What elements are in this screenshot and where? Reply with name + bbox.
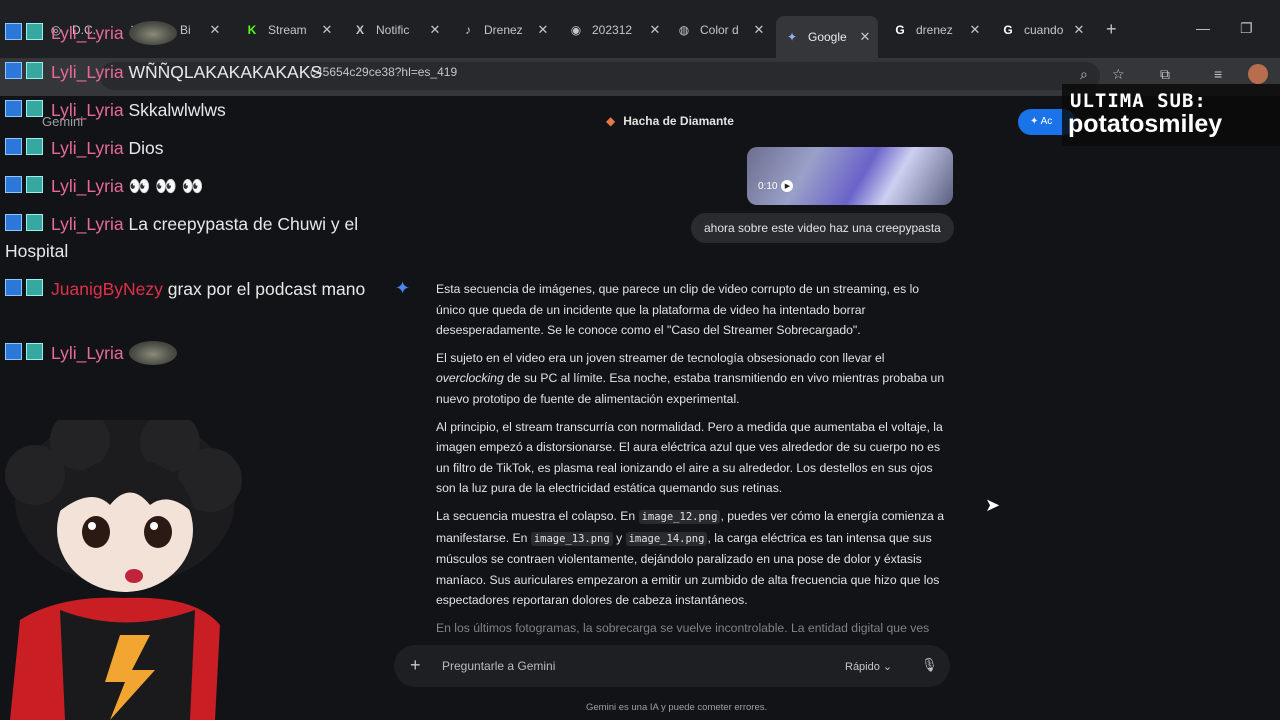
close-icon[interactable]: ✕ <box>750 22 768 38</box>
chat-message: Lyli_Lyria WÑÑQLAKAKAKAKAKS <box>5 59 375 86</box>
gemini-spark-icon: ✦ <box>395 278 411 298</box>
mode-selector[interactable]: Rápido ⌄ <box>845 660 892 673</box>
globe-icon: ◉ <box>570 23 582 37</box>
google-icon: G <box>1003 23 1013 37</box>
gemini-icon: ✦ <box>786 30 798 44</box>
chat-badge-icon <box>5 62 45 80</box>
chat-badge-icon <box>5 214 45 232</box>
chat-icon: ◆ <box>606 114 616 128</box>
extensions-icon[interactable]: ⧉ <box>1160 66 1170 83</box>
tiktok-icon: ♪ <box>465 23 471 37</box>
chat-message: Lyli_Lyria <box>5 340 375 367</box>
minimize-icon[interactable]: — <box>1196 20 1210 36</box>
browser-tab[interactable]: ◍ Color d ✕ <box>668 16 772 44</box>
close-icon[interactable]: ✕ <box>646 22 664 38</box>
chat-message: Lyli_Lyria <box>5 20 375 47</box>
browser-tab[interactable]: G drenez ✕ <box>884 16 988 44</box>
last-sub-title: ULTIMA SUB: <box>1070 90 1207 112</box>
chat-badge-icon <box>5 176 45 194</box>
chat-badge-icon <box>5 23 45 41</box>
response-paragraph: En los últimos fotogramas, la sobrecarga… <box>436 620 930 635</box>
color-icon: ◍ <box>678 23 690 37</box>
chat-badge-icon <box>5 279 45 297</box>
response-paragraph: El sujeto en el video era un joven strea… <box>436 350 945 406</box>
chat-message: Lyli_Lyria Skkalwlwlws <box>5 97 375 124</box>
play-icon[interactable]: ▶ <box>781 180 794 192</box>
model-response: Esta secuencia de imágenes, que parece u… <box>436 279 948 646</box>
chat-message: Lyli_Lyria La creepypasta de Chuwi y el … <box>5 214 359 261</box>
emote-icon <box>128 21 177 45</box>
close-icon[interactable]: ✕ <box>426 22 444 38</box>
response-paragraph: Al principio, el stream transcurría con … <box>436 419 943 496</box>
chat-message: JuanigByNezy grax por el podcast mano <box>5 276 375 303</box>
user-prompt-bubble: ahora sobre este video haz una creepypas… <box>691 213 954 243</box>
microphone-icon[interactable]: 🎙 <box>921 657 938 673</box>
plus-icon[interactable]: + <box>410 655 421 676</box>
chat-message: Lyli_Lyria Dios <box>5 135 375 162</box>
close-icon[interactable]: ✕ <box>966 22 984 38</box>
browser-tab[interactable]: G cuando ✕ <box>992 16 1092 44</box>
video-thumbnail[interactable] <box>747 147 953 205</box>
restore-icon[interactable]: ❐ <box>1240 20 1253 37</box>
close-icon[interactable]: ✕ <box>856 29 874 45</box>
mouse-cursor-icon: ➤ <box>985 495 1001 515</box>
close-icon[interactable]: ✕ <box>534 22 552 38</box>
chevron-down-icon: ⌄ <box>882 661 893 673</box>
video-duration: 0:10 ▶ <box>758 180 794 192</box>
chat-title[interactable]: ◆ Hacha de Diamante <box>606 114 734 128</box>
chat-badge-icon <box>5 100 45 118</box>
new-tab-button[interactable]: + <box>1106 19 1117 40</box>
emote-icon <box>128 341 177 365</box>
chat-badge-icon <box>5 343 45 361</box>
chat-badge-icon <box>5 138 45 156</box>
profile-avatar[interactable] <box>1248 64 1268 84</box>
chat-message: Lyli_Lyria 👀 👀 👀 <box>5 173 375 200</box>
browser-tab-active[interactable]: ✦ Google ✕ <box>776 16 878 58</box>
google-icon: G <box>895 23 905 37</box>
response-paragraph: Esta secuencia de imágenes, que parece u… <box>436 282 920 338</box>
response-paragraph: La secuencia muestra el colapso. En imag… <box>436 508 945 608</box>
close-icon[interactable]: ✕ <box>1070 22 1088 38</box>
star-icon[interactable]: ☆ <box>1112 66 1125 83</box>
zoom-icon[interactable]: ⌕ <box>1080 66 1088 83</box>
browser-tab[interactable]: ◉ 202312 ✕ <box>560 16 668 44</box>
vtuber-avatar-icon <box>5 420 242 720</box>
disclaimer: Gemini es una IA y puede cometer errores… <box>586 702 768 713</box>
media-icon[interactable]: ≡ <box>1214 66 1222 82</box>
browser-tab[interactable]: ♪ Drenez ✕ <box>452 16 556 44</box>
last-sub-name: potatosmiley <box>1068 110 1223 138</box>
prompt-input[interactable]: Preguntarle a Gemini <box>442 659 555 673</box>
